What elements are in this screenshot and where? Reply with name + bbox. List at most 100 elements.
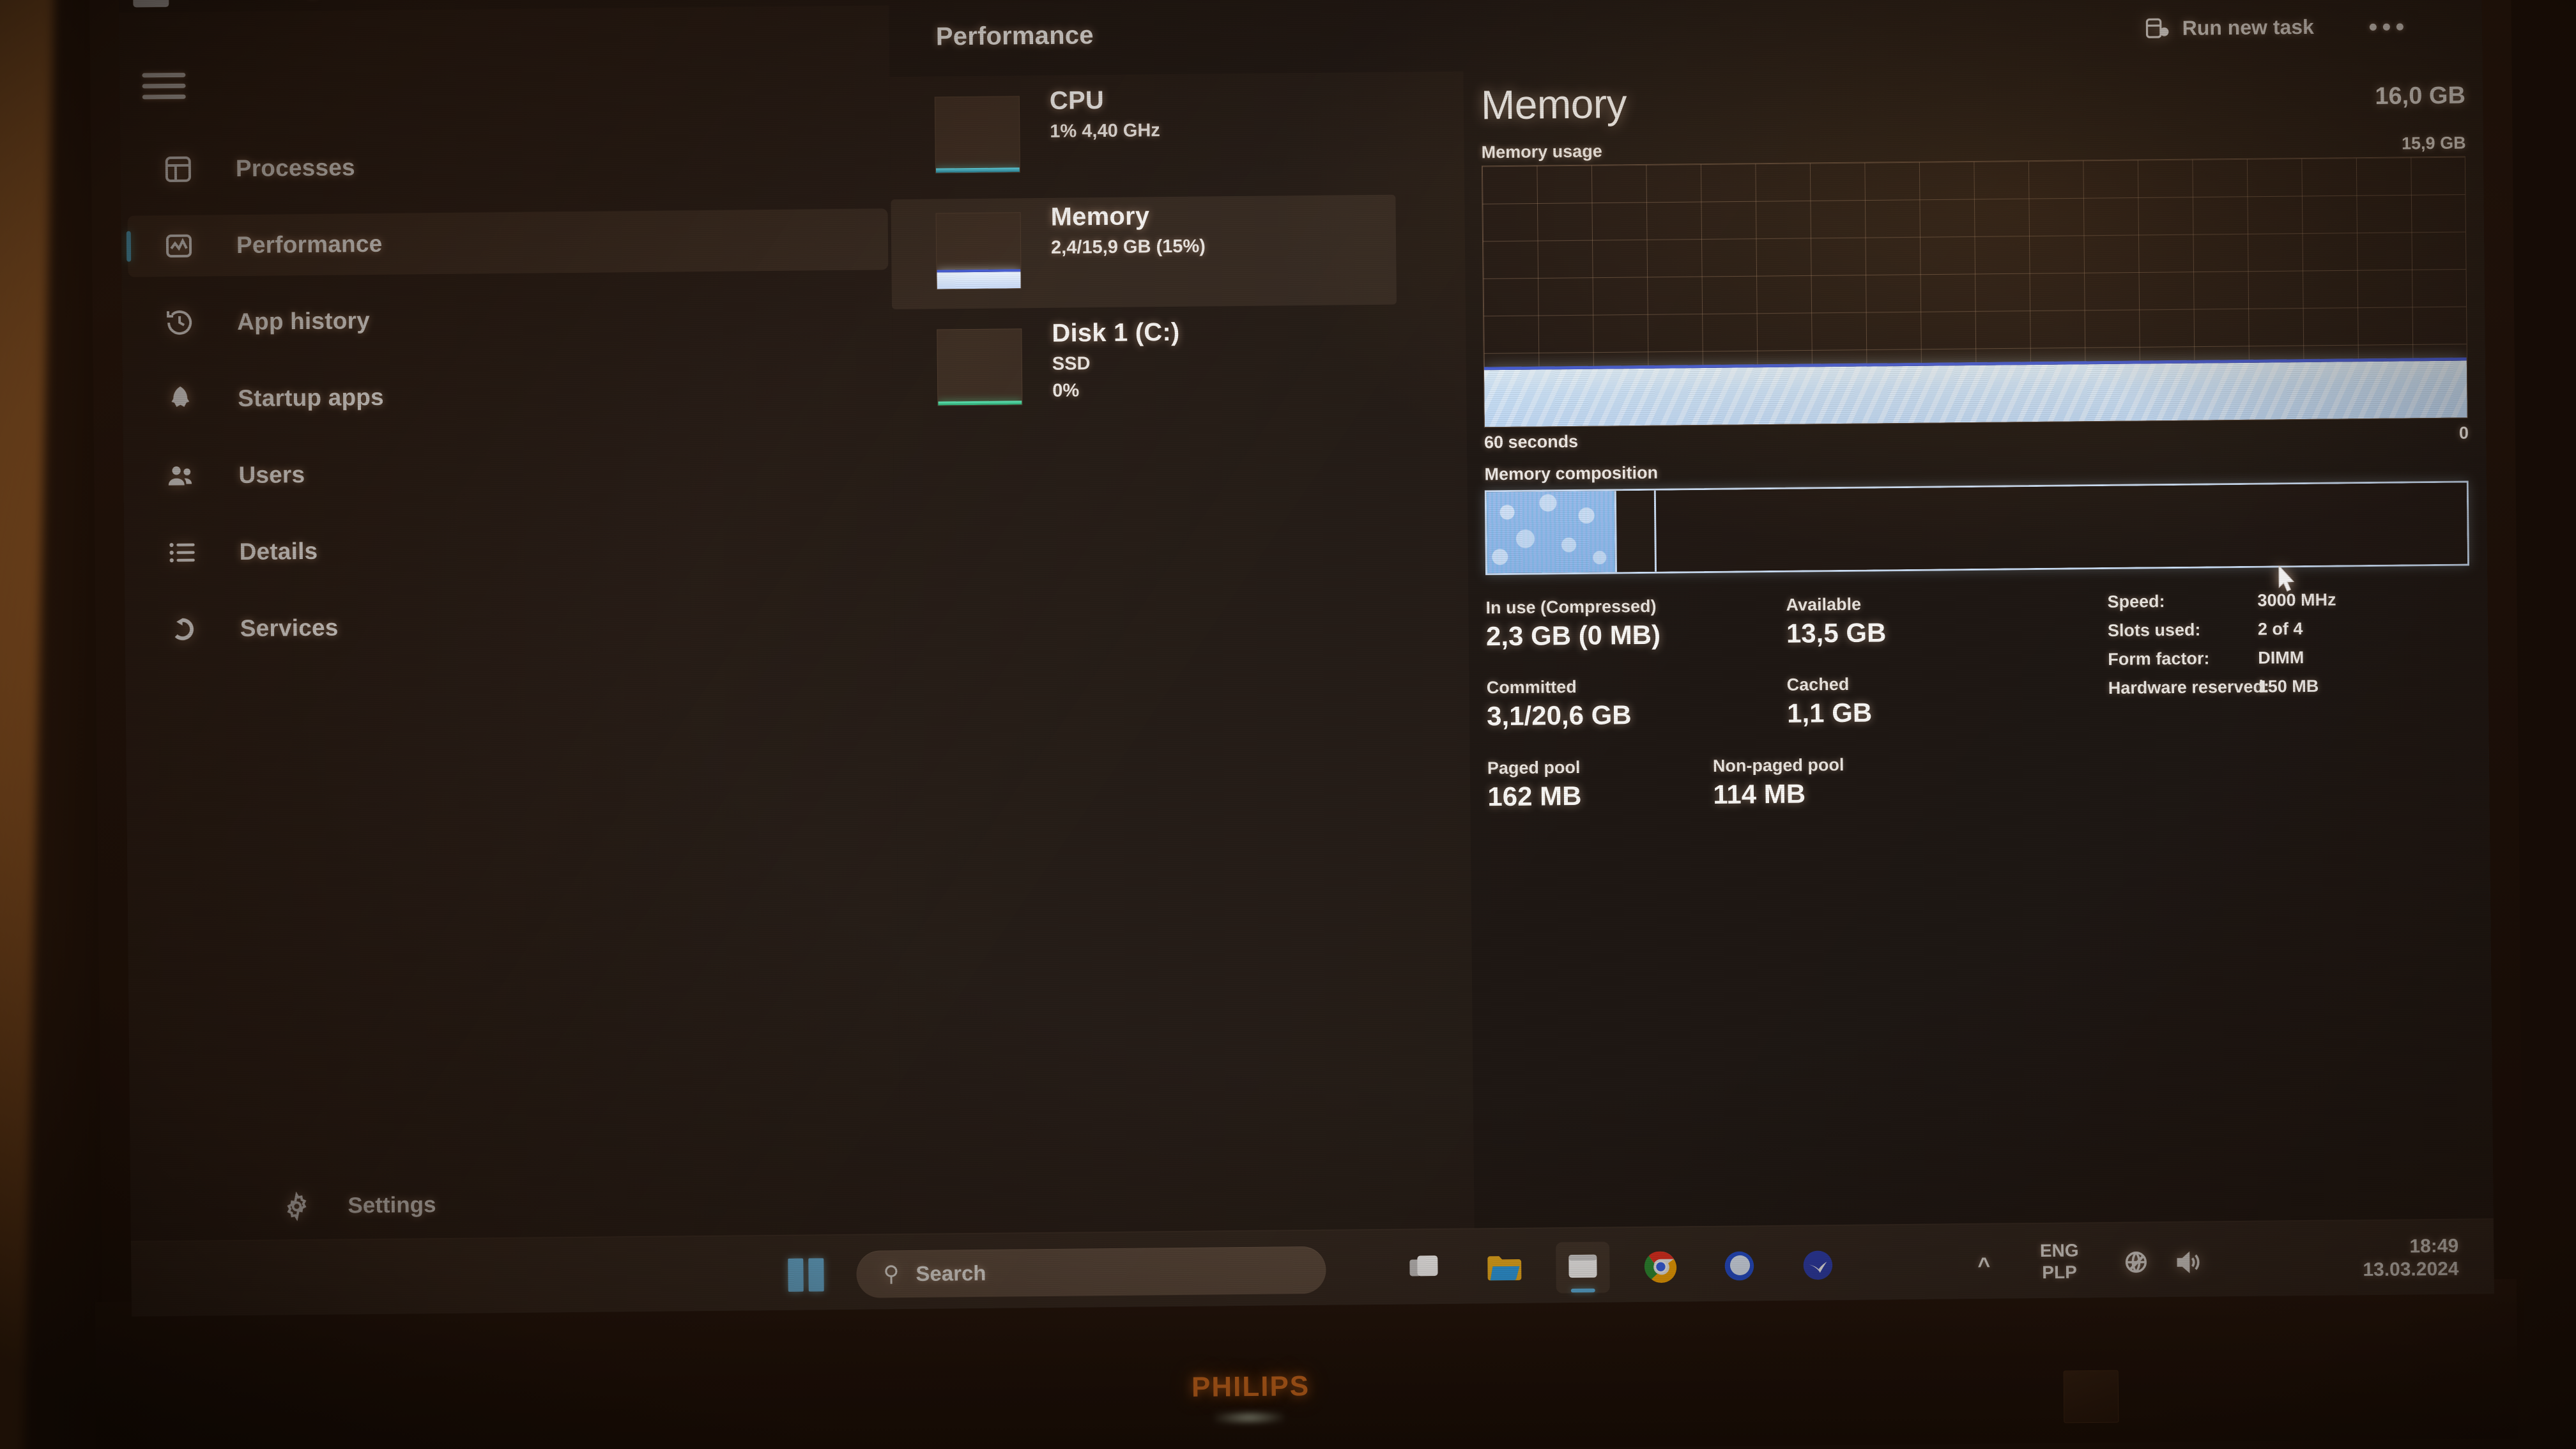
screen-content: Task Manager ⚲ xyxy=(119,0,2494,1317)
resource-detail: 1% 4,40 GHz xyxy=(1050,120,1160,142)
resource-card-memory[interactable]: Memory 2,4/15,9 GB (15%) xyxy=(891,194,1397,310)
language-line-2: PLP xyxy=(2042,1262,2077,1282)
run-new-task-icon xyxy=(2142,15,2172,41)
memory-composition-bar[interactable] xyxy=(1484,480,2469,576)
sidebar-item-label: Services xyxy=(240,614,339,642)
memory-total-capacity: 16,0 GB xyxy=(2375,82,2466,110)
spec-key-slots-used: Slots used: xyxy=(2107,620,2201,640)
hamburger-bar xyxy=(142,72,186,78)
taskbar-search-label: Search xyxy=(916,1261,986,1285)
stat-caption-committed: Committed xyxy=(1486,677,1577,698)
volume-icon[interactable] xyxy=(2174,1249,2204,1279)
sidebar-item-processes[interactable]: Processes xyxy=(126,132,887,200)
spec-key-form-factor: Form factor: xyxy=(2108,648,2210,669)
start-tile xyxy=(788,1258,804,1292)
details-list-icon xyxy=(161,532,203,574)
resource-detail: SSD xyxy=(1052,353,1091,374)
spec-key-speed: Speed: xyxy=(2107,592,2165,611)
stat-caption-non-paged-pool: Non-paged pool xyxy=(1712,755,1844,776)
more-dot xyxy=(2396,22,2404,31)
hamburger-icon[interactable] xyxy=(142,72,186,105)
monitor-panel: Task Manager ⚲ xyxy=(119,0,2494,1317)
stat-caption-available: Available xyxy=(1786,594,1862,615)
clock-date: 13.03.2024 xyxy=(2363,1258,2459,1281)
spec-value-hardware-reserved: 150 MB xyxy=(2258,676,2319,696)
stat-value-available: 13,5 GB xyxy=(1786,617,1887,648)
sidebar-item-label: Users xyxy=(238,461,305,489)
resource-card-disk1[interactable]: Disk 1 (C:) SSD 0% xyxy=(892,311,1398,426)
resource-card-cpu[interactable]: CPU 1% 4,40 GHz xyxy=(890,79,1396,194)
resource-detail: 2,4/15,9 GB (15%) xyxy=(1050,236,1206,258)
page-title: Performance xyxy=(935,21,1094,51)
resource-name: Memory xyxy=(1050,202,1150,231)
task-view-icon[interactable] xyxy=(1399,1243,1453,1295)
history-icon xyxy=(159,302,201,344)
stat-value-committed: 3,1/20,6 GB xyxy=(1486,700,1632,732)
sidebar-item-app-history[interactable]: App history xyxy=(128,285,889,353)
memory-usable-total: 15,9 GB xyxy=(2401,133,2466,153)
spec-value-speed: 3000 MHz xyxy=(2257,590,2336,610)
sidebar-item-users[interactable]: Users xyxy=(130,438,891,507)
windows-start-icon[interactable] xyxy=(788,1258,824,1292)
start-tile xyxy=(808,1258,824,1292)
memory-usage-chart[interactable] xyxy=(1481,156,2468,428)
stat-value-in-use: 2,3 GB (0 MB) xyxy=(1485,619,1661,652)
sidebar: Processes Performance App history Startu… xyxy=(119,5,901,1241)
language-indicator[interactable]: ENG PLP xyxy=(2024,1239,2095,1284)
memory-usage-area-series xyxy=(1483,357,2467,427)
sidebar-item-startup-apps[interactable]: Startup apps xyxy=(129,362,890,430)
language-line-1: ENG xyxy=(2039,1240,2079,1261)
sidebar-item-label: Processes xyxy=(235,154,355,182)
stat-value-paged-pool: 162 MB xyxy=(1487,780,1582,812)
composition-segment-in-use xyxy=(1486,491,1616,574)
hamburger-bar xyxy=(142,83,186,89)
more-dot xyxy=(2369,23,2377,31)
network-globe-icon[interactable] xyxy=(2123,1249,2151,1279)
chrome-icon[interactable] xyxy=(1634,1241,1688,1292)
teams-icon[interactable] xyxy=(1791,1239,1845,1291)
memory-detail-pane: Memory 16,0 GB Memory usage 15,9 GB 60 s… xyxy=(1463,61,2494,1229)
services-gear-icon xyxy=(162,609,203,650)
stat-value-non-paged-pool: 114 MB xyxy=(1713,778,1806,809)
memory-heading: Memory xyxy=(1480,80,1627,128)
disk-mini-graph xyxy=(937,328,1023,406)
hamburger-bar xyxy=(142,94,186,100)
composition-segment-modified xyxy=(1614,490,1655,572)
more-dot xyxy=(2382,23,2390,31)
sidebar-settings-label: Settings xyxy=(348,1192,436,1218)
more-options-icon[interactable] xyxy=(2361,13,2412,40)
task-manager-window: Task Manager ⚲ xyxy=(119,0,2494,1241)
sidebar-item-services[interactable]: Services xyxy=(131,592,892,660)
sidebar-item-label: App history xyxy=(236,307,371,335)
spec-value-slots-used: 2 of 4 xyxy=(2257,619,2303,639)
sidebar-item-performance[interactable]: Performance xyxy=(127,208,889,277)
sidebar-item-settings[interactable]: Settings xyxy=(137,1170,898,1238)
resource-list: CPU 1% 4,40 GHz Memory 2,4/15,9 GB (15%) xyxy=(889,71,1475,1234)
monitor-power-led xyxy=(1213,1410,1285,1425)
file-explorer-icon[interactable] xyxy=(1478,1243,1532,1294)
run-new-task-label: Run new task xyxy=(2182,15,2315,40)
run-new-task-button[interactable]: Run new task xyxy=(2136,7,2320,49)
resource-detail-2: 0% xyxy=(1052,380,1080,401)
philips-brand-logo: PHILIPS xyxy=(1191,1370,1310,1403)
memory-composition-label: Memory composition xyxy=(1484,463,1659,484)
sidebar-item-details[interactable]: Details xyxy=(130,515,891,583)
photo-scene: PHILIPS Task Manager ⚲ xyxy=(0,0,2576,1449)
rocket-icon xyxy=(160,379,201,420)
sidebar-item-label: Performance xyxy=(236,230,383,259)
task-manager-icon[interactable] xyxy=(1556,1241,1610,1294)
resource-name: Disk 1 (C:) xyxy=(1052,318,1180,348)
show-hidden-icons-chevron[interactable]: ^ xyxy=(1977,1254,1990,1278)
taskbar-search-box[interactable]: ⚲ Search xyxy=(856,1246,1326,1298)
search-icon: ⚲ xyxy=(883,1262,900,1287)
performance-icon xyxy=(158,226,200,267)
processes-icon xyxy=(158,149,199,190)
spec-key-hardware-reserved: Hardware reserved: xyxy=(2108,677,2270,698)
chart-axis-right-label: 0 xyxy=(2458,423,2469,443)
stat-value-cached: 1,1 GB xyxy=(1786,697,1873,728)
users-icon xyxy=(160,456,202,497)
edge-icon[interactable] xyxy=(1712,1240,1767,1292)
sidebar-item-label: Details xyxy=(239,537,318,565)
clock-and-date[interactable]: 18:49 13.03.2024 xyxy=(2363,1235,2459,1282)
cpu-mini-graph xyxy=(934,96,1020,174)
